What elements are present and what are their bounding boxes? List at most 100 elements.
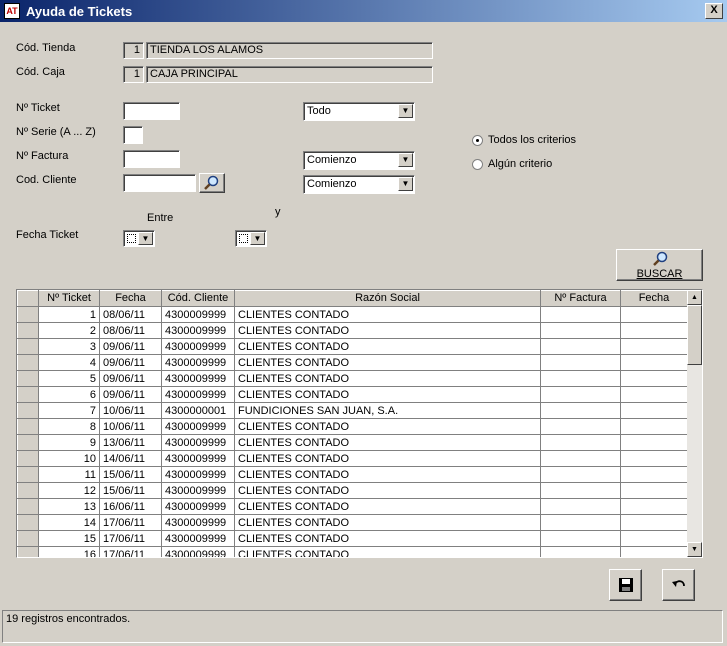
cell-razon-social: CLIENTES CONTADO bbox=[234, 514, 541, 531]
cliente-mode-select[interactable]: Comienzo ▼ bbox=[303, 175, 415, 194]
header-razon-social[interactable]: Razón Social bbox=[234, 290, 541, 307]
factura-mode-value: Comienzo bbox=[307, 154, 357, 166]
header-fecha[interactable]: Fecha bbox=[99, 290, 162, 307]
cliente-input[interactable] bbox=[123, 174, 196, 192]
row-indicator[interactable] bbox=[17, 546, 39, 557]
cell-ticket: 14 bbox=[38, 514, 100, 531]
cell-fecha: 15/06/11 bbox=[99, 482, 162, 499]
table-row[interactable]: 2 08/06/11 4300009999 CLIENTES CONTADO bbox=[17, 322, 688, 339]
row-indicator[interactable] bbox=[17, 482, 39, 499]
cell-cliente: 4300009999 bbox=[161, 354, 235, 371]
row-indicator[interactable] bbox=[17, 338, 39, 355]
row-indicator[interactable] bbox=[17, 418, 39, 435]
cell-fecha: 17/06/11 bbox=[99, 530, 162, 547]
cell-cliente: 4300009999 bbox=[161, 450, 235, 467]
row-indicator[interactable] bbox=[17, 354, 39, 371]
header-ticket[interactable]: Nº Ticket bbox=[38, 290, 100, 307]
tienda-label: Cód. Tienda bbox=[16, 42, 76, 54]
vertical-scrollbar[interactable]: ▲ ▼ bbox=[687, 290, 702, 557]
fecha-to-picker[interactable]: ▼ bbox=[235, 230, 267, 247]
table-row[interactable]: 7 10/06/11 4300000001 FUNDICIONES SAN JUAN,… bbox=[17, 402, 688, 419]
header-cliente[interactable]: Cód. Cliente bbox=[161, 290, 235, 307]
cell-fecha: 09/06/11 bbox=[99, 354, 162, 371]
caja-label: Cód. Caja bbox=[16, 66, 65, 78]
scroll-down-icon[interactable]: ▼ bbox=[687, 542, 702, 557]
cell-factura-fecha bbox=[620, 514, 688, 531]
factura-mode-select[interactable]: Comienzo ▼ bbox=[303, 151, 415, 170]
serie-input[interactable] bbox=[123, 126, 143, 144]
row-indicator[interactable] bbox=[17, 386, 39, 403]
any-criteria-label[interactable]: Algún criterio bbox=[488, 158, 552, 170]
row-indicator[interactable] bbox=[17, 322, 39, 339]
row-indicator[interactable] bbox=[17, 306, 39, 323]
table-row[interactable]: 4 09/06/11 4300009999 CLIENTES CONTADO bbox=[17, 354, 688, 371]
ticket-input[interactable] bbox=[123, 102, 180, 120]
row-indicator[interactable] bbox=[17, 530, 39, 547]
table-row[interactable]: 3 09/06/11 4300009999 CLIENTES CONTADO bbox=[17, 338, 688, 355]
table-row[interactable]: 8 10/06/11 4300009999 CLIENTES CONTADO bbox=[17, 418, 688, 435]
row-indicator[interactable] bbox=[17, 402, 39, 419]
chevron-down-icon[interactable]: ▼ bbox=[398, 177, 413, 191]
floppy-disk-icon bbox=[618, 578, 633, 592]
table-row[interactable]: 6 09/06/11 4300009999 CLIENTES CONTADO bbox=[17, 386, 688, 403]
table-row[interactable]: 14 17/06/11 4300009999 CLIENTES CONTADO bbox=[17, 514, 688, 531]
table-row[interactable]: 11 15/06/11 4300009999 CLIENTES CONTADO bbox=[17, 466, 688, 483]
cell-cliente: 4300009999 bbox=[161, 322, 235, 339]
table-row[interactable]: 1 08/06/11 4300009999 CLIENTES CONTADO bbox=[17, 306, 688, 323]
cliente-search-button[interactable] bbox=[199, 173, 225, 193]
cell-fecha: 15/06/11 bbox=[99, 466, 162, 483]
header-factura[interactable]: Nº Factura bbox=[540, 290, 621, 307]
save-button[interactable] bbox=[609, 569, 642, 601]
tickets-table: Nº Ticket Fecha Cód. Cliente Razón Socia… bbox=[17, 290, 688, 557]
all-criteria-radio[interactable] bbox=[472, 135, 483, 146]
chevron-down-icon[interactable]: ▼ bbox=[250, 232, 265, 245]
cell-fecha: 08/06/11 bbox=[99, 322, 162, 339]
serie-label: Nº Serie (A ... Z) bbox=[16, 126, 96, 138]
table-row[interactable]: 5 09/06/11 4300009999 CLIENTES CONTADO bbox=[17, 370, 688, 387]
cell-razon-social: CLIENTES CONTADO bbox=[234, 386, 541, 403]
chevron-down-icon[interactable]: ▼ bbox=[138, 232, 153, 245]
cell-razon-social: CLIENTES CONTADO bbox=[234, 306, 541, 323]
row-indicator[interactable] bbox=[17, 466, 39, 483]
any-criteria-radio[interactable] bbox=[472, 159, 483, 170]
undo-button[interactable] bbox=[662, 569, 695, 601]
ticket-mode-select[interactable]: Todo ▼ bbox=[303, 102, 415, 121]
row-indicator[interactable] bbox=[17, 498, 39, 515]
factura-input[interactable] bbox=[123, 150, 180, 168]
cell-razon-social: CLIENTES CONTADO bbox=[234, 450, 541, 467]
cell-factura-fecha bbox=[620, 466, 688, 483]
scroll-up-icon[interactable]: ▲ bbox=[687, 290, 702, 305]
table-header: Nº Ticket Fecha Cód. Cliente Razón Socia… bbox=[17, 290, 688, 307]
scroll-thumb[interactable] bbox=[687, 305, 702, 365]
table-row[interactable]: 9 13/06/11 4300009999 CLIENTES CONTADO bbox=[17, 434, 688, 451]
search-button[interactable]: BUSCAR bbox=[616, 249, 703, 281]
cell-ticket: 7 bbox=[38, 402, 100, 419]
row-indicator[interactable] bbox=[17, 514, 39, 531]
row-indicator[interactable] bbox=[17, 434, 39, 451]
row-indicator[interactable] bbox=[17, 450, 39, 467]
close-button[interactable]: X bbox=[705, 3, 723, 19]
chevron-down-icon[interactable]: ▼ bbox=[398, 104, 413, 118]
table-row[interactable]: 15 17/06/11 4300009999 CLIENTES CONTADO bbox=[17, 530, 688, 547]
caja-code-field: 1 bbox=[123, 66, 144, 83]
cell-ticket: 15 bbox=[38, 530, 100, 547]
cell-factura-fecha bbox=[620, 354, 688, 371]
header-factura-fecha[interactable]: Fecha bbox=[620, 290, 688, 307]
table-row[interactable]: 13 16/06/11 4300009999 CLIENTES CONTADO bbox=[17, 498, 688, 515]
cell-cliente: 4300009999 bbox=[161, 338, 235, 355]
fecha-from-picker[interactable]: ▼ bbox=[123, 230, 155, 247]
row-indicator[interactable] bbox=[17, 370, 39, 387]
chevron-down-icon[interactable]: ▼ bbox=[398, 153, 413, 167]
table-row[interactable]: 16 17/06/11 4300009999 CLIENTES CONTADO bbox=[17, 546, 688, 557]
tickets-grid[interactable]: Nº Ticket Fecha Cód. Cliente Razón Socia… bbox=[16, 289, 703, 558]
cell-factura-fecha bbox=[620, 338, 688, 355]
table-row[interactable]: 12 15/06/11 4300009999 CLIENTES CONTADO bbox=[17, 482, 688, 499]
cell-factura bbox=[540, 402, 621, 419]
checkbox-icon[interactable] bbox=[127, 234, 136, 243]
table-row[interactable]: 10 14/06/11 4300009999 CLIENTES CONTADO bbox=[17, 450, 688, 467]
checkbox-icon[interactable] bbox=[239, 234, 248, 243]
all-criteria-label[interactable]: Todos los criterios bbox=[488, 134, 576, 146]
cell-fecha: 17/06/11 bbox=[99, 514, 162, 531]
cell-razon-social: CLIENTES CONTADO bbox=[234, 434, 541, 451]
cell-factura bbox=[540, 514, 621, 531]
